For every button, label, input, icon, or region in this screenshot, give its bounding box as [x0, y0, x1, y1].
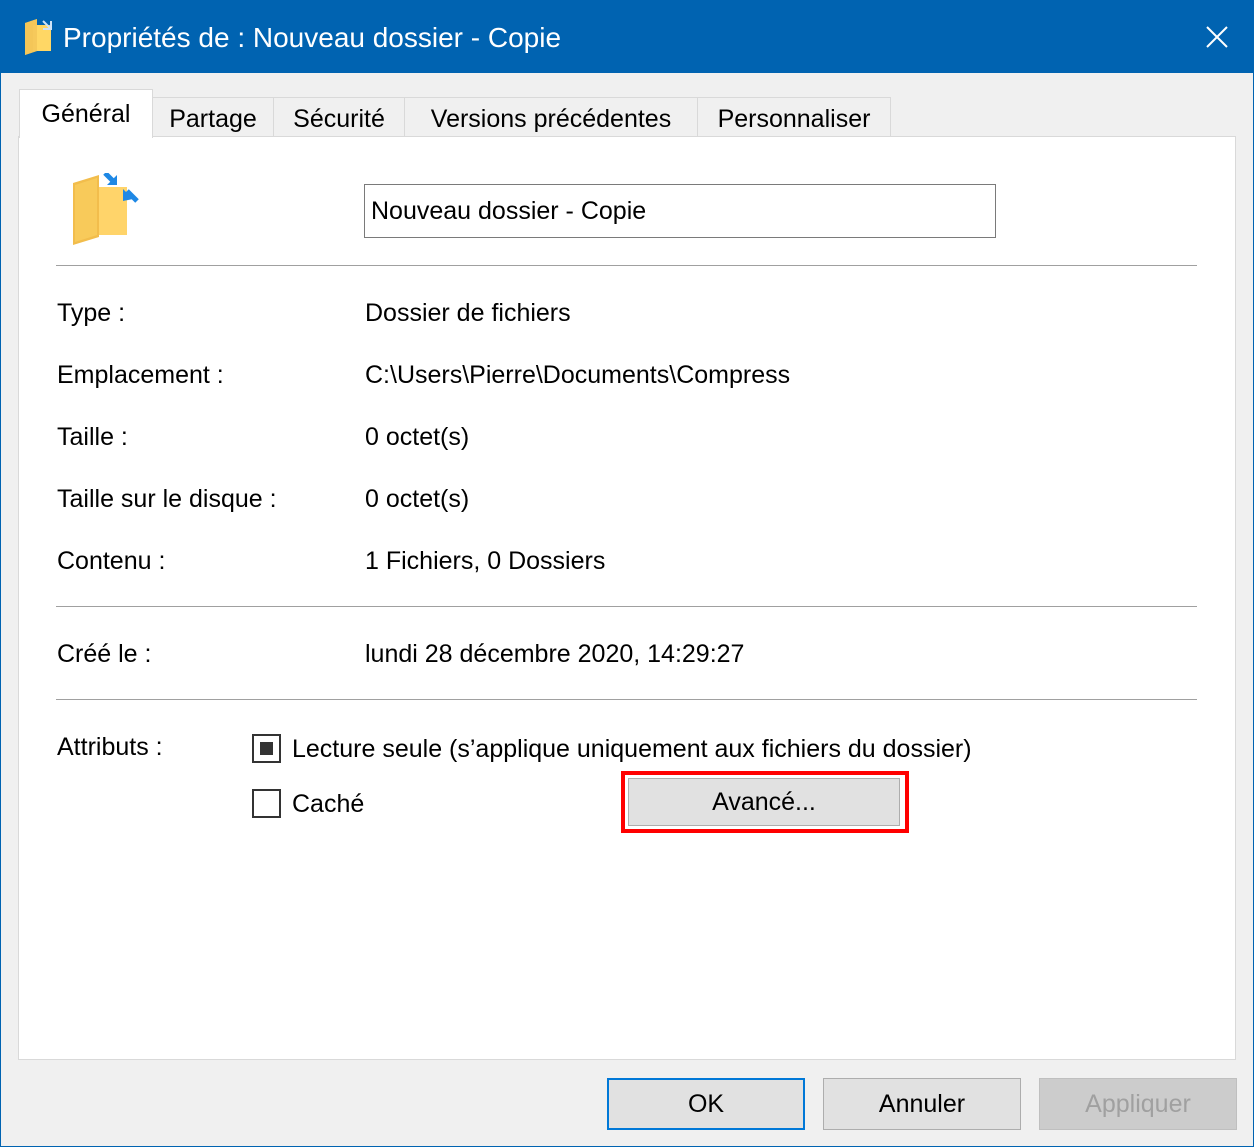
readonly-checkbox-label[interactable]: Lecture seule (s’applique uniquement aux… [292, 734, 972, 764]
contents-label: Contenu : [57, 547, 166, 575]
tab-security[interactable]: Sécurité [273, 97, 405, 138]
hidden-checkbox-label[interactable]: Caché [292, 789, 364, 819]
location-value: C:\Users\Pierre\Documents\Compress [365, 361, 791, 389]
separator [56, 606, 1197, 607]
tab-previous-versions[interactable]: Versions précédentes [404, 97, 698, 138]
created-label: Créé le : [57, 640, 152, 668]
size-on-disk-value: 0 octet(s) [365, 485, 470, 513]
contents-value: 1 Fichiers, 0 Dossiers [365, 547, 606, 575]
attributes-label: Attributs : [57, 733, 163, 761]
created-value: lundi 28 décembre 2020, 14:29:27 [365, 640, 745, 668]
general-panel: Type : Dossier de fichiers Emplacement :… [18, 136, 1236, 1060]
size-value: 0 octet(s) [365, 423, 470, 451]
separator [56, 699, 1197, 700]
type-value: Dossier de fichiers [365, 299, 571, 327]
folder-shortcut-icon [25, 19, 52, 55]
folder-shortcut-icon [73, 173, 139, 245]
tab-general[interactable]: Général [19, 89, 153, 138]
close-icon [1206, 26, 1228, 48]
folder-name-input[interactable] [364, 184, 996, 238]
readonly-checkbox[interactable] [252, 734, 281, 763]
advanced-button[interactable]: Avancé... [628, 778, 900, 826]
apply-button[interactable]: Appliquer [1039, 1078, 1237, 1130]
hidden-checkbox[interactable] [252, 789, 281, 818]
separator [56, 265, 1197, 266]
tab-sharing[interactable]: Partage [152, 97, 274, 138]
location-label: Emplacement : [57, 361, 224, 389]
size-label: Taille : [57, 423, 128, 451]
size-on-disk-label: Taille sur le disque : [57, 485, 277, 513]
tab-customize[interactable]: Personnaliser [697, 97, 891, 138]
window-title: Propriétés de : Nouveau dossier - Copie [63, 22, 562, 53]
properties-dialog: Propriétés de : Nouveau dossier - Copie … [0, 0, 1254, 1147]
cancel-button[interactable]: Annuler [823, 1078, 1021, 1130]
close-button[interactable] [1181, 1, 1253, 73]
ok-button[interactable]: OK [607, 1078, 805, 1130]
type-label: Type : [57, 299, 126, 327]
title-bar[interactable]: Propriétés de : Nouveau dossier - Copie [1, 1, 1253, 73]
